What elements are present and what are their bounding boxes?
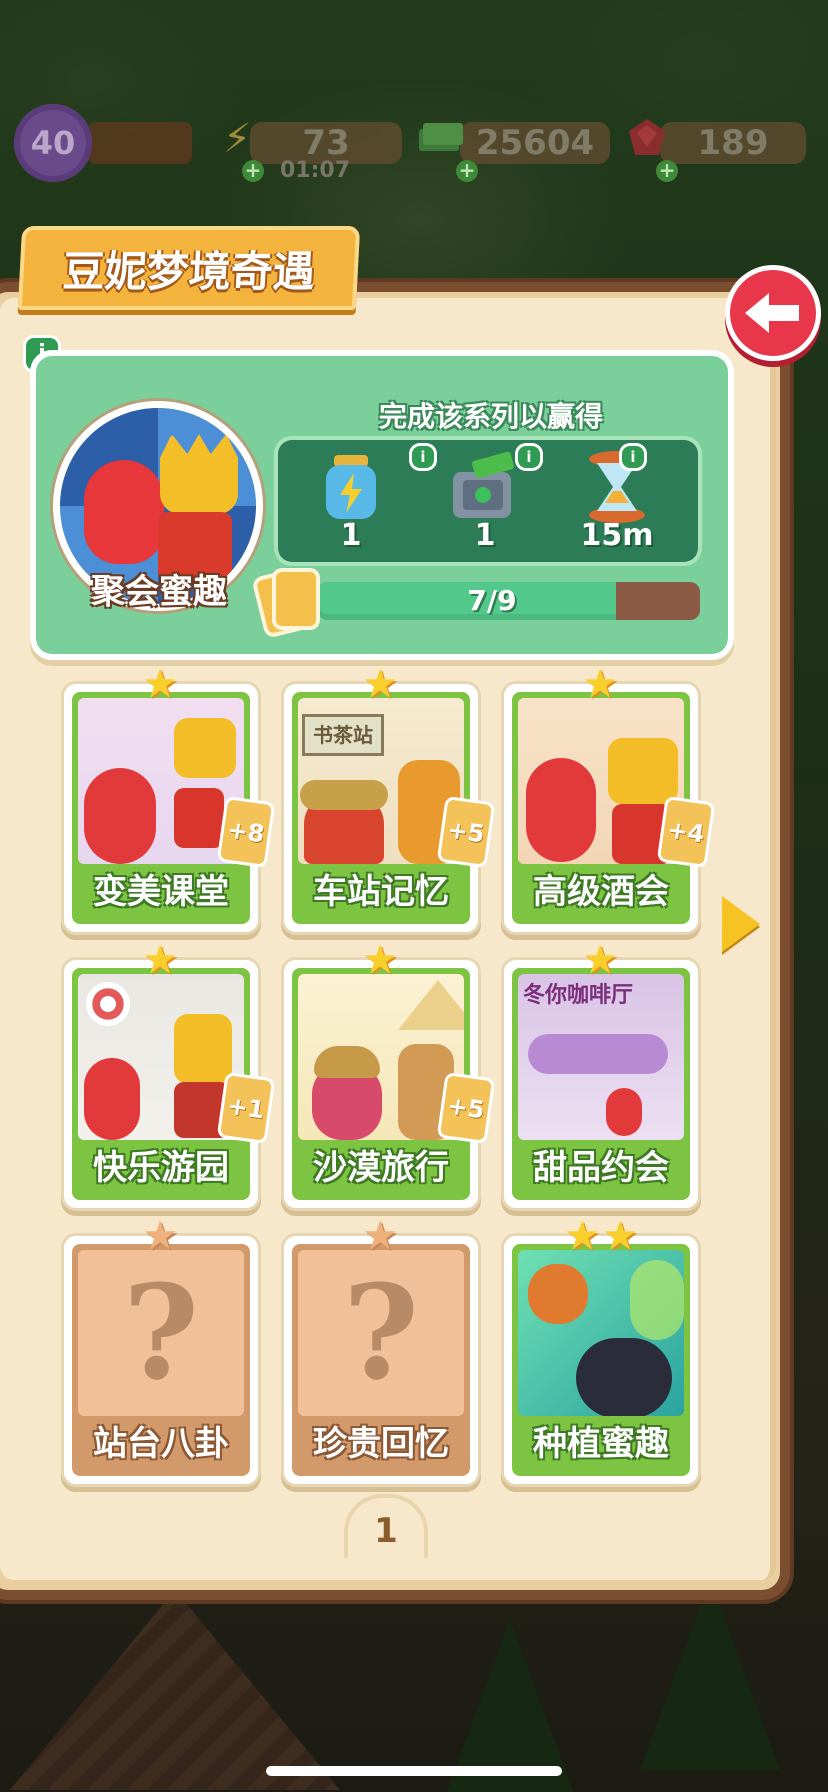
card-tianpin[interactable]: 冬你咖啡厅 甜品约会 (504, 960, 698, 1208)
album-title: 豆妮梦境奇遇 (61, 246, 317, 296)
orange-character (528, 1264, 588, 1324)
gem-value: 189 (697, 123, 769, 163)
question-mark-icon: ? (122, 1256, 200, 1409)
card-name: 快乐游园 (93, 1148, 229, 1188)
star-icon: ★ (362, 937, 398, 983)
card-zhongzhi[interactable]: 种植蜜趣 (504, 1236, 698, 1484)
question-mark-icon: ? (342, 1256, 420, 1409)
reward-count: 15m (580, 518, 654, 553)
card-name: 沙漠旅行 (313, 1148, 449, 1188)
duplicate-count-badge: +5 (440, 799, 492, 865)
back-arrow-icon (745, 293, 799, 333)
cards-icon (256, 568, 326, 635)
star-icon: ★ (582, 937, 618, 983)
duplicate-count-badge: +8 (220, 799, 272, 865)
card-art: 冬你咖啡厅 (518, 974, 684, 1140)
cash-safe-icon (448, 450, 522, 524)
star-icon: ★ (142, 1213, 178, 1259)
card-name: 车站记忆 (313, 872, 449, 912)
card-zhantai-locked[interactable]: ? 站台八卦 (64, 1236, 258, 1484)
reward-info-icon[interactable]: i (622, 446, 644, 468)
cash-value: 25604 (475, 123, 595, 163)
next-page-arrow-icon[interactable] (722, 896, 760, 952)
card-art: 书茶站 (298, 698, 464, 864)
reward-count: 1 (340, 518, 362, 553)
black-ball (576, 1338, 672, 1416)
page-number: 1 (344, 1494, 428, 1558)
target (86, 982, 130, 1026)
star-icon: ★ (564, 1213, 600, 1259)
cafe-counter (528, 1034, 668, 1074)
red-bean-character (84, 460, 164, 564)
hat (300, 780, 388, 810)
energy-jar-icon (314, 450, 388, 524)
card-art (78, 974, 244, 1140)
level-badge[interactable]: 40 (14, 104, 92, 182)
red-bean-character (526, 758, 596, 862)
energy-value: 73 (302, 123, 350, 163)
home-indicator[interactable] (266, 1766, 562, 1776)
pyramid (398, 980, 464, 1030)
yellow-character (608, 738, 678, 804)
card-art (518, 1250, 684, 1416)
card-art-placeholder: ? (298, 1250, 464, 1416)
star-icon: ★ (362, 1213, 398, 1259)
progress-text: 7/9 (467, 584, 517, 617)
star-icon: ★ (142, 661, 178, 707)
card-name: 珍贵回忆 (313, 1424, 449, 1464)
yellow-hair-character (160, 434, 238, 514)
back-button[interactable] (730, 270, 816, 356)
card-name: 高级酒会 (533, 872, 669, 912)
station-sign: 书茶站 (302, 714, 384, 756)
duplicate-count-badge: +5 (440, 1075, 492, 1141)
reward-item[interactable]: 15m (562, 440, 672, 562)
collection-name: 聚会蜜趣 (91, 572, 227, 612)
duplicate-count-badge: +1 (220, 1075, 272, 1141)
star-icon: ★ (582, 661, 618, 707)
energy-timer: 01:07 (280, 158, 351, 183)
card-front (276, 572, 316, 626)
card-zhengui-locked[interactable]: ? 珍贵回忆 (284, 1236, 478, 1484)
reward-item[interactable]: 1 (296, 440, 406, 562)
card-name: 变美课堂 (93, 872, 229, 912)
add-gems-icon[interactable]: + (656, 160, 678, 182)
yellow-character (174, 1014, 232, 1084)
star-icon: ★ (362, 661, 398, 707)
card-art (298, 974, 464, 1140)
reward-info-icon[interactable]: i (412, 446, 434, 468)
star-icon: ★ (602, 1213, 638, 1259)
yellow-character (174, 718, 236, 778)
cafe-sign: 冬你咖啡厅 (522, 983, 633, 1008)
card-art (78, 698, 244, 864)
reward-count: 1 (474, 518, 496, 553)
red-bean-character (84, 768, 156, 864)
reward-info-icon[interactable]: i (518, 446, 540, 468)
level-value: 40 (30, 124, 76, 162)
red-bean-character (606, 1088, 642, 1136)
add-cash-icon[interactable]: + (456, 160, 478, 182)
card-art (518, 698, 684, 864)
hat (314, 1046, 380, 1078)
card-art-placeholder: ? (78, 1250, 244, 1416)
card-name: 站台八卦 (93, 1424, 229, 1464)
leaf (630, 1260, 684, 1340)
gem-counter[interactable]: 189 (660, 122, 806, 164)
card-name: 甜品约会 (533, 1148, 669, 1188)
duplicate-count-badge: +4 (660, 799, 712, 865)
album-title-tab: 豆妮梦境奇遇 (17, 226, 361, 310)
add-energy-icon[interactable]: + (242, 160, 264, 182)
star-icon: ★ (142, 937, 178, 983)
level-progress-bar (88, 122, 192, 164)
red-bean-character (84, 1058, 140, 1140)
character-body (174, 788, 224, 848)
cash-counter[interactable]: 25604 (460, 122, 610, 164)
card-name: 种植蜜趣 (533, 1424, 669, 1464)
reward-heading: 完成该系列以赢得 (378, 400, 603, 433)
